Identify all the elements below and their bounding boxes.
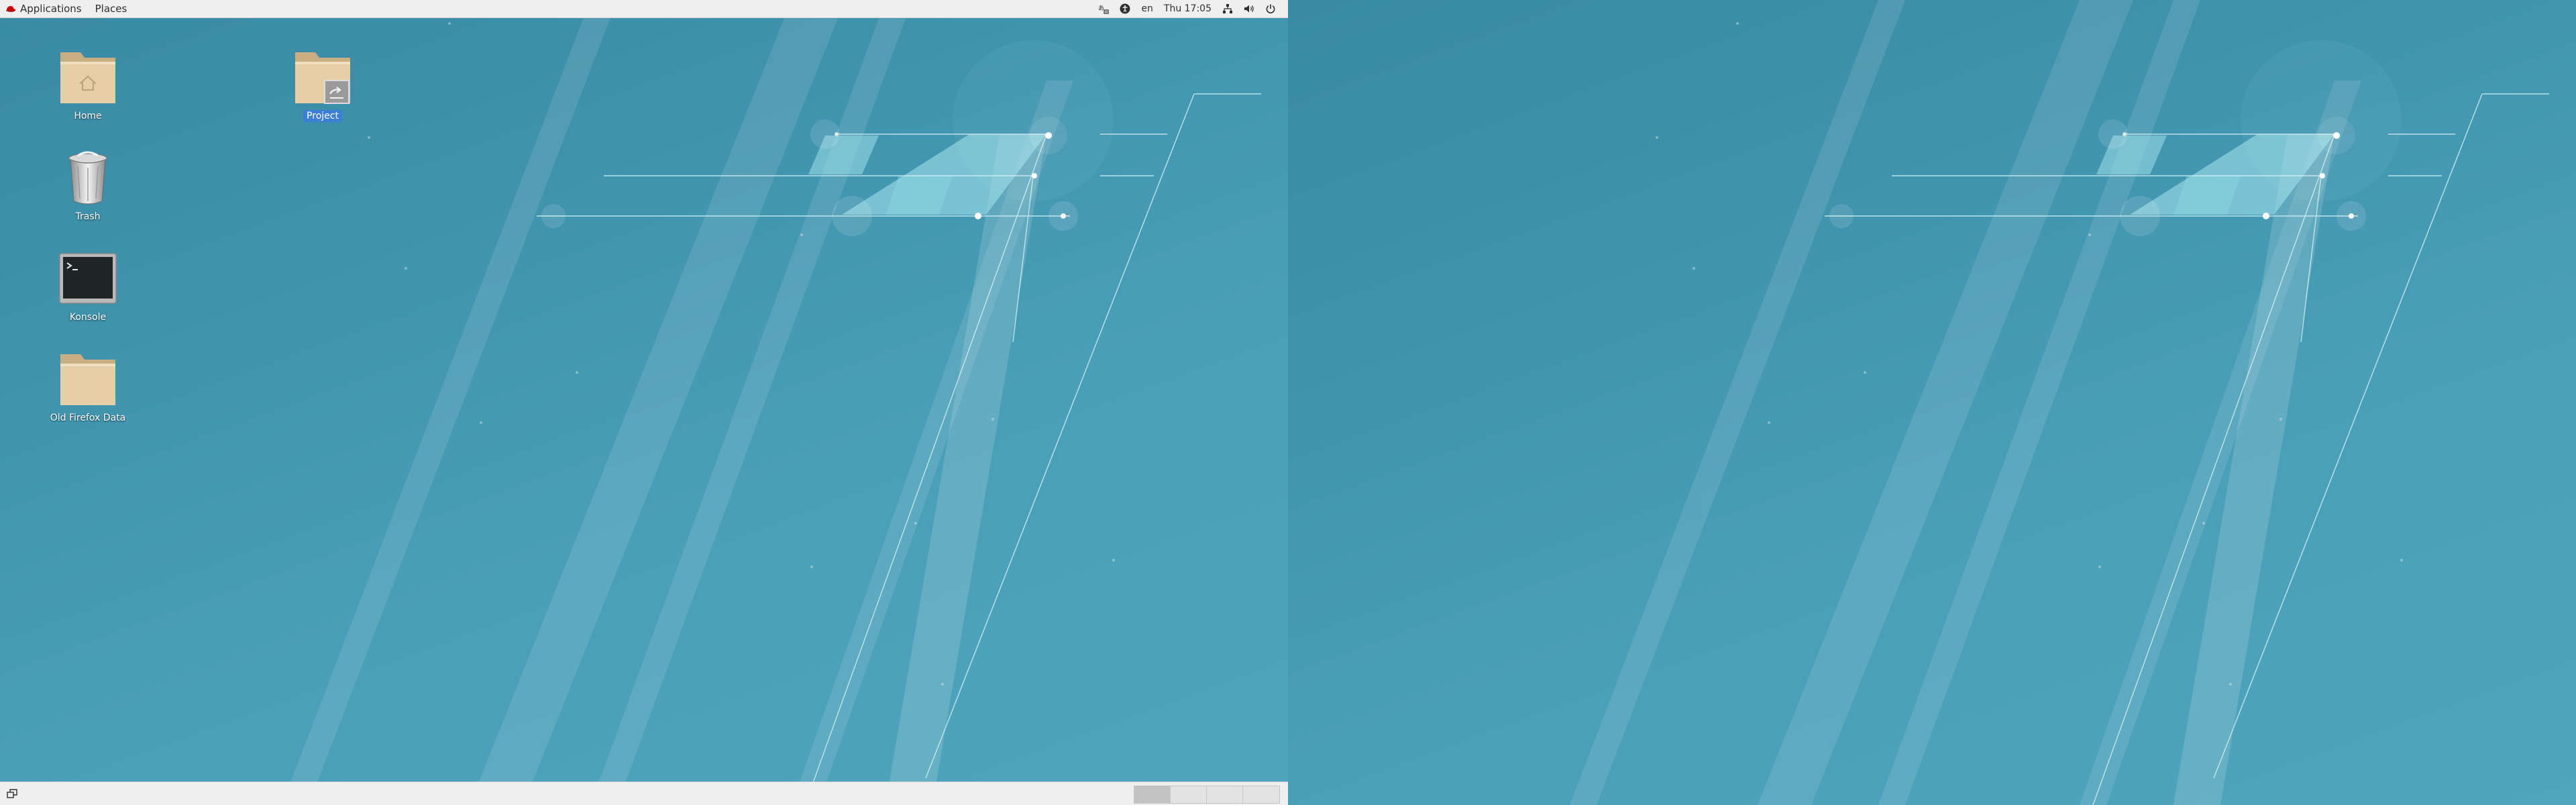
show-desktop-icon: [7, 789, 17, 798]
power-menu-button[interactable]: [1260, 0, 1281, 18]
workspace-4[interactable]: [1243, 786, 1279, 803]
wallpaper-graphic: [282, 0, 1261, 805]
wallpaper-graphic: [1570, 0, 2549, 805]
keyboard-settings-icon: あ: [1098, 5, 1110, 14]
shared-folder-icon: [295, 52, 350, 104]
folder-icon: [60, 354, 115, 405]
trash-icon: [68, 151, 107, 205]
network-button[interactable]: [1217, 0, 1238, 18]
home-folder-icon: [60, 52, 115, 103]
workspace-3[interactable]: [1207, 786, 1243, 803]
desktop-icon-label: Home: [74, 111, 102, 121]
power-icon: [1266, 4, 1275, 13]
applications-label: Applications: [20, 3, 82, 15]
redhat-logo-icon: [5, 6, 16, 12]
language-indicator[interactable]: en: [1136, 0, 1159, 18]
volume-icon: [1244, 5, 1254, 13]
desktop-icon-konsole[interactable]: Konsole: [38, 248, 138, 323]
terminal-icon: [59, 253, 117, 304]
monitor-left: Applications Places あ en Thu 17:05 Home …: [0, 0, 1288, 805]
desktop-icon-project[interactable]: Project: [272, 47, 373, 122]
desktop-icon-trash[interactable]: Trash: [38, 148, 138, 223]
clock[interactable]: Thu 17:05: [1159, 0, 1217, 18]
places-menu[interactable]: Places: [89, 0, 134, 18]
screen: Applications Places あ en Thu 17:05 Home …: [0, 0, 2576, 805]
desktop-icon-label: Old Firefox Data: [50, 413, 126, 423]
system-tray: あ en Thu 17:05: [1093, 0, 1288, 18]
monitor-right: [1288, 0, 2576, 805]
input-method-button[interactable]: あ: [1093, 0, 1114, 18]
svg-text:あ: あ: [1098, 5, 1104, 12]
bottom-panel: [0, 782, 1288, 805]
desktop-icon-old-firefox-data[interactable]: Old Firefox Data: [38, 349, 138, 424]
applications-menu[interactable]: Applications: [0, 0, 89, 18]
desktop-icon-label: Konsole: [69, 312, 107, 323]
top-panel: Applications Places あ en Thu 17:05: [0, 0, 1288, 18]
accessibility-button[interactable]: [1114, 0, 1136, 18]
desktop-icon-label: Project: [303, 110, 342, 122]
places-label: Places: [95, 3, 127, 15]
show-desktop-button[interactable]: [5, 788, 19, 800]
network-wired-icon: [1223, 4, 1232, 13]
workspace-2[interactable]: [1171, 786, 1207, 803]
desktop-icon-label: Trash: [75, 211, 101, 222]
volume-button[interactable]: [1238, 0, 1260, 18]
workspace-switcher: [1134, 786, 1280, 804]
desktop-icon-home[interactable]: Home: [38, 47, 138, 122]
workspace-1[interactable]: [1134, 786, 1171, 803]
accessibility-icon: [1120, 3, 1130, 14]
